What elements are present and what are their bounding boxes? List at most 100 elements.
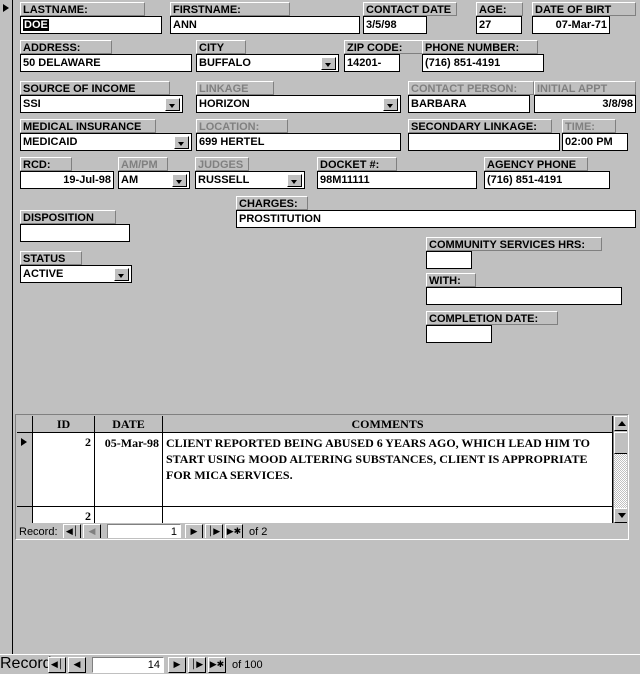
medical-insurance-dropdown-arrow-icon[interactable] — [174, 136, 189, 149]
judges-label: JUDGES — [195, 157, 249, 171]
subform-new-record-button[interactable]: ▶✱ — [225, 524, 243, 538]
city-label: CITY — [196, 40, 246, 54]
phone-number-input[interactable]: (716) 851-4191 — [422, 54, 544, 72]
linkage-dropdown-arrow-icon[interactable] — [383, 98, 398, 111]
city-dropdown-arrow-icon[interactable] — [321, 57, 336, 70]
agency-phone-input[interactable]: (716) 851-4191 — [484, 171, 610, 189]
am-pm-dropdown-arrow-icon[interactable] — [172, 174, 187, 187]
subform-nav-label: Record: — [19, 526, 58, 538]
firstname-label: FIRSTNAME: — [170, 2, 290, 16]
cell-date[interactable]: 05-Mar-98 — [95, 433, 163, 506]
docket-number-input[interactable]: 98M11111 — [317, 171, 477, 189]
with-input[interactable] — [426, 287, 622, 305]
secondary-linkage-label: SECONDARY LINKAGE: — [408, 119, 552, 133]
scroll-up-button[interactable] — [614, 416, 627, 431]
next-record-icon: ▶ — [190, 527, 198, 537]
lastname-label: LASTNAME: — [20, 2, 145, 16]
linkage-combobox[interactable]: HORIZON — [196, 95, 401, 113]
form-next-record-button[interactable]: ▶ — [168, 657, 186, 673]
subform-last-record-button[interactable]: │▶ — [205, 524, 223, 538]
form-new-record-button[interactable]: ▶✱ — [208, 657, 226, 673]
scroll-down-button[interactable] — [614, 508, 627, 523]
subform-previous-record-button[interactable]: ◀ — [83, 524, 101, 538]
zip-code-input[interactable]: 14201- — [344, 54, 400, 72]
comments-subform: ID DATE COMMENTS 2 05-Mar-98 CLIENT REPO… — [15, 414, 629, 540]
time-label: TIME: — [562, 119, 616, 133]
date-of-birth-input[interactable]: 07-Mar-71 — [532, 16, 610, 34]
judges-combobox[interactable]: RUSSELL — [195, 171, 305, 189]
form-detail-section: LASTNAME: DOE FIRSTNAME: ANN CONTACT DAT… — [14, 0, 640, 654]
form-previous-record-button[interactable]: ◀ — [68, 657, 86, 673]
judges-value: RUSSELL — [198, 174, 250, 186]
table-row[interactable]: 2 05-Mar-98 CLIENT REPORTED BEING ABUSED… — [17, 433, 613, 507]
contact-person-input[interactable]: BARBARA — [408, 95, 530, 113]
am-pm-value: AM — [121, 174, 139, 186]
charges-label: CHARGES: — [236, 196, 308, 210]
column-header-id[interactable]: ID — [33, 416, 95, 432]
lastname-input[interactable]: DOE — [20, 16, 162, 34]
completion-date-label: COMPLETION DATE: — [426, 311, 558, 325]
record-selector-arrow-icon — [3, 4, 9, 12]
subform-record-navigator: Record: ◀│ ◀ 1 ▶ │▶ ▶✱ of 2 — [17, 523, 627, 538]
column-header-comments[interactable]: COMMENTS — [163, 416, 613, 432]
judges-dropdown-arrow-icon[interactable] — [287, 174, 302, 187]
subform-record-number-input[interactable]: 1 — [107, 524, 181, 538]
docket-number-label: DOCKET #: — [317, 157, 397, 171]
cell-comments[interactable]: CLIENT REPORTED BEING ABUSED 6 YEARS AGO… — [163, 433, 613, 506]
source-of-income-combobox[interactable]: SSI — [20, 95, 183, 113]
initial-appt-label: INITIAL APPT — [534, 81, 636, 95]
scrollbar-track[interactable] — [614, 454, 627, 508]
city-value: BUFFALO — [199, 57, 251, 69]
completion-date-input[interactable] — [426, 325, 492, 343]
secondary-linkage-input[interactable] — [408, 133, 560, 151]
medical-insurance-value: MEDICAID — [23, 136, 78, 148]
subform-first-record-button[interactable]: ◀│ — [63, 524, 81, 538]
address-label: ADDRESS: — [20, 40, 112, 54]
firstname-input[interactable]: ANN — [170, 16, 360, 34]
previous-record-icon: ◀ — [73, 660, 81, 670]
medical-insurance-combobox[interactable]: MEDICAID — [20, 133, 192, 151]
form-first-record-button[interactable]: ◀│ — [48, 657, 66, 673]
charges-input[interactable]: PROSTITUTION — [236, 210, 636, 228]
form-record-number-input[interactable]: 14 — [92, 657, 164, 673]
source-of-income-label: SOURCE OF INCOME — [20, 81, 170, 95]
address-input[interactable]: 50 DELAWARE — [20, 54, 192, 72]
cell-id[interactable]: 2 — [33, 433, 95, 506]
time-input[interactable]: 02:00 PM — [562, 133, 628, 151]
status-label: STATUS — [20, 251, 82, 265]
source-of-income-value: SSI — [23, 98, 41, 110]
medical-insurance-label: MEDICAL INSURANCE — [20, 119, 156, 133]
rcd-input[interactable]: 19-Jul-98 — [20, 171, 114, 189]
row-selector[interactable] — [17, 433, 33, 506]
subform-next-record-button[interactable]: ▶ — [185, 524, 203, 538]
datasheet-vertical-scrollbar[interactable] — [613, 416, 627, 523]
with-label: WITH: — [426, 273, 476, 287]
new-record-icon: ▶✱ — [209, 660, 225, 670]
access-form-window: LASTNAME: DOE FIRSTNAME: ANN CONTACT DAT… — [0, 0, 640, 674]
scroll-up-icon — [618, 421, 626, 426]
zip-code-label: ZIP CODE: — [344, 40, 424, 54]
column-header-date[interactable]: DATE — [95, 416, 163, 432]
form-last-record-button[interactable]: │▶ — [188, 657, 206, 673]
subform-record-count: of 2 — [249, 526, 268, 538]
linkage-value: HORIZON — [199, 98, 250, 110]
datasheet-header-row: ID DATE COMMENTS — [17, 416, 613, 433]
initial-appt-input[interactable]: 3/8/98 — [534, 95, 636, 113]
disposition-input[interactable] — [20, 224, 130, 242]
source-of-income-dropdown-arrow-icon[interactable] — [165, 98, 180, 111]
lastname-value: DOE — [23, 19, 49, 31]
scrollbar-thumb[interactable] — [614, 432, 627, 454]
location-input[interactable]: 699 HERTEL — [196, 133, 401, 151]
age-input[interactable]: 27 — [476, 16, 522, 34]
status-dropdown-arrow-icon[interactable] — [114, 268, 129, 281]
am-pm-combobox[interactable]: AM — [118, 171, 190, 189]
community-services-hrs-input[interactable] — [426, 251, 472, 269]
contact-date-input[interactable]: 3/5/98 — [363, 16, 427, 34]
age-label: AGE: — [476, 2, 523, 16]
date-of-birth-label: DATE OF BIRT — [532, 2, 636, 16]
status-combobox[interactable]: ACTIVE — [20, 265, 132, 283]
form-record-selector[interactable] — [0, 0, 13, 654]
next-record-icon: ▶ — [173, 660, 181, 670]
first-record-icon: ◀│ — [65, 527, 79, 537]
city-combobox[interactable]: BUFFALO — [196, 54, 339, 72]
